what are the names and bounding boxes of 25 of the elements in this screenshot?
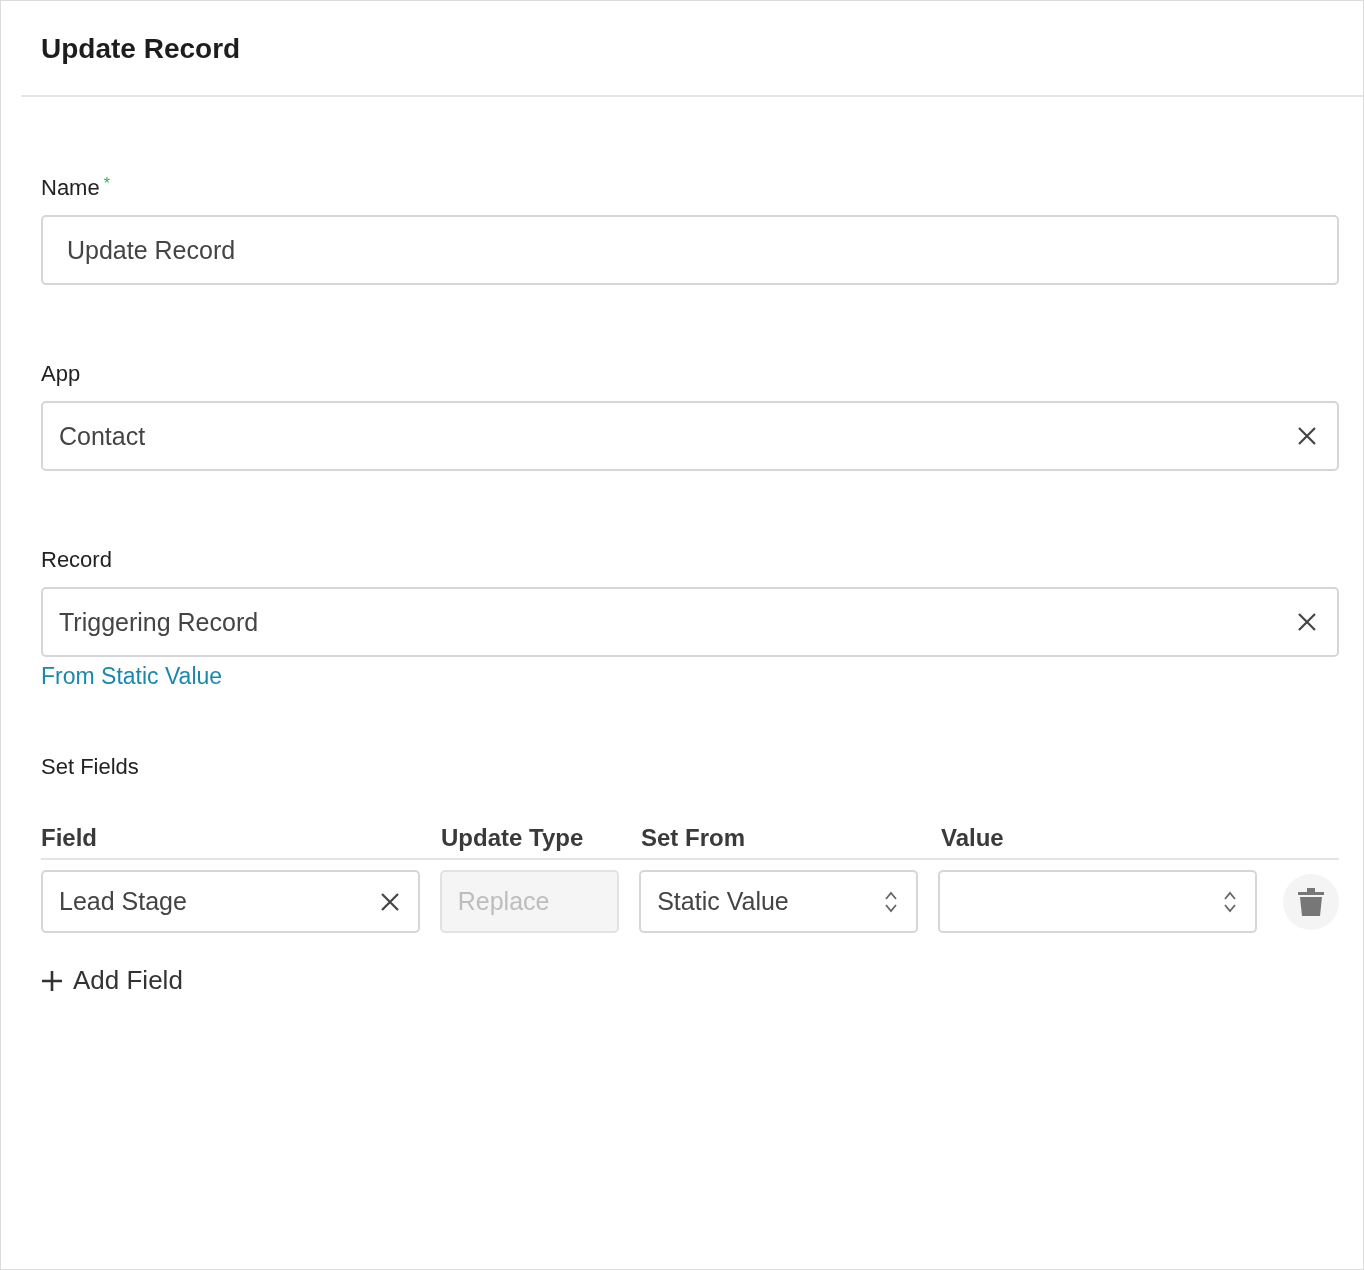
section-title: Set Fields xyxy=(41,754,140,780)
column-header: Field xyxy=(41,824,98,852)
up-down-chevron-icon xyxy=(1223,889,1238,914)
trash-icon xyxy=(1297,886,1326,917)
up-down-chevron-icon xyxy=(884,889,899,914)
input-field[interactable]: Lead Stage xyxy=(41,870,420,933)
field-label: Name xyxy=(41,175,100,201)
clear-icon[interactable] xyxy=(379,891,400,912)
field-label: Record xyxy=(41,547,112,573)
select-field[interactable] xyxy=(938,870,1258,933)
input-field[interactable]: Update Record xyxy=(41,215,1339,285)
column-header: Update Type xyxy=(441,824,585,852)
field-label: App xyxy=(41,361,81,387)
plus-icon xyxy=(41,969,63,992)
required-asterisk: * xyxy=(103,175,110,193)
static-value-link[interactable]: From Static Value xyxy=(41,663,223,690)
add-field-button[interactable]: Add Field xyxy=(41,965,183,996)
column-header: Value xyxy=(941,824,1005,852)
clear-icon[interactable] xyxy=(1297,612,1317,632)
select-field[interactable]: Triggering Record xyxy=(41,587,1339,657)
column-header: Set From xyxy=(641,824,746,852)
panel-title: Update Record xyxy=(41,32,241,65)
select-field[interactable]: Static Value xyxy=(639,870,919,933)
clear-icon[interactable] xyxy=(1297,426,1317,446)
select-field[interactable]: Contact xyxy=(41,401,1339,471)
